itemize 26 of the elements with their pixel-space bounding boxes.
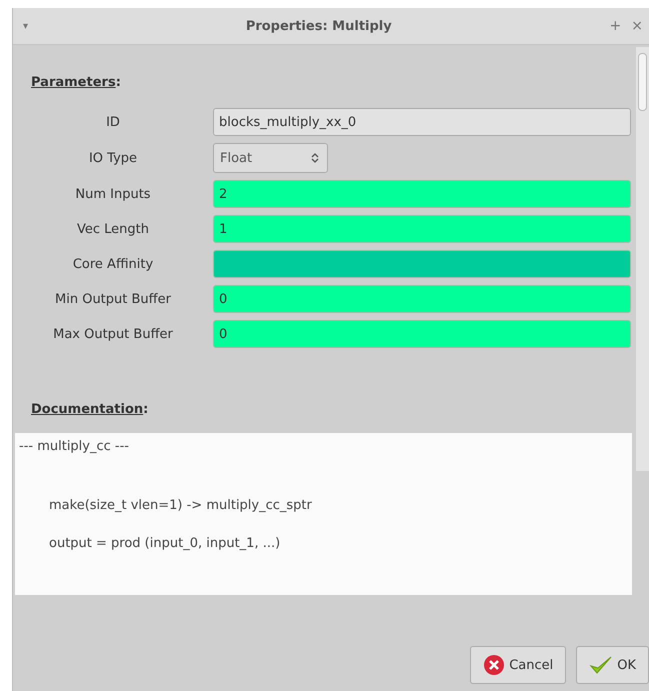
field-label: Max Output Buffer [52,326,174,342]
input-field[interactable]: 1 [213,215,631,243]
input-field[interactable] [213,250,631,278]
field-label: Num Inputs [74,186,152,202]
section-heading: Parameters: [31,75,122,90]
close-icon [483,654,506,676]
scrollbar[interactable] [636,47,649,471]
input-field[interactable]: 0 [213,320,631,348]
field-label: IO Type [88,150,138,166]
cancel-button[interactable]: Cancel [470,646,566,684]
input-field[interactable]: 2 [213,180,631,208]
window-title: Properties: Multiply [244,18,393,34]
field-label: ID [105,114,121,130]
spinner-icon [311,152,319,164]
documentation-line: --- multiply_cc --- [18,439,130,454]
documentation-line: make(size_t vlen=1) -> multiply_cc_sptr [48,498,313,513]
type-dropdown[interactable]: Float [213,143,328,173]
checkmark-icon [589,654,614,676]
field-label: Core Affinity [72,256,154,272]
field-label: Min Output Buffer [54,292,172,306]
documentation-line: output = prod (input_0, input_1, ...) [48,536,282,551]
ok-button[interactable]: OK [576,646,649,684]
field-label: Vec Length [76,222,150,236]
input-field[interactable]: blocks_multiply_xx_0 [213,108,631,136]
section-heading: Documentation: [31,402,150,417]
input-field[interactable]: 0 [213,285,631,313]
